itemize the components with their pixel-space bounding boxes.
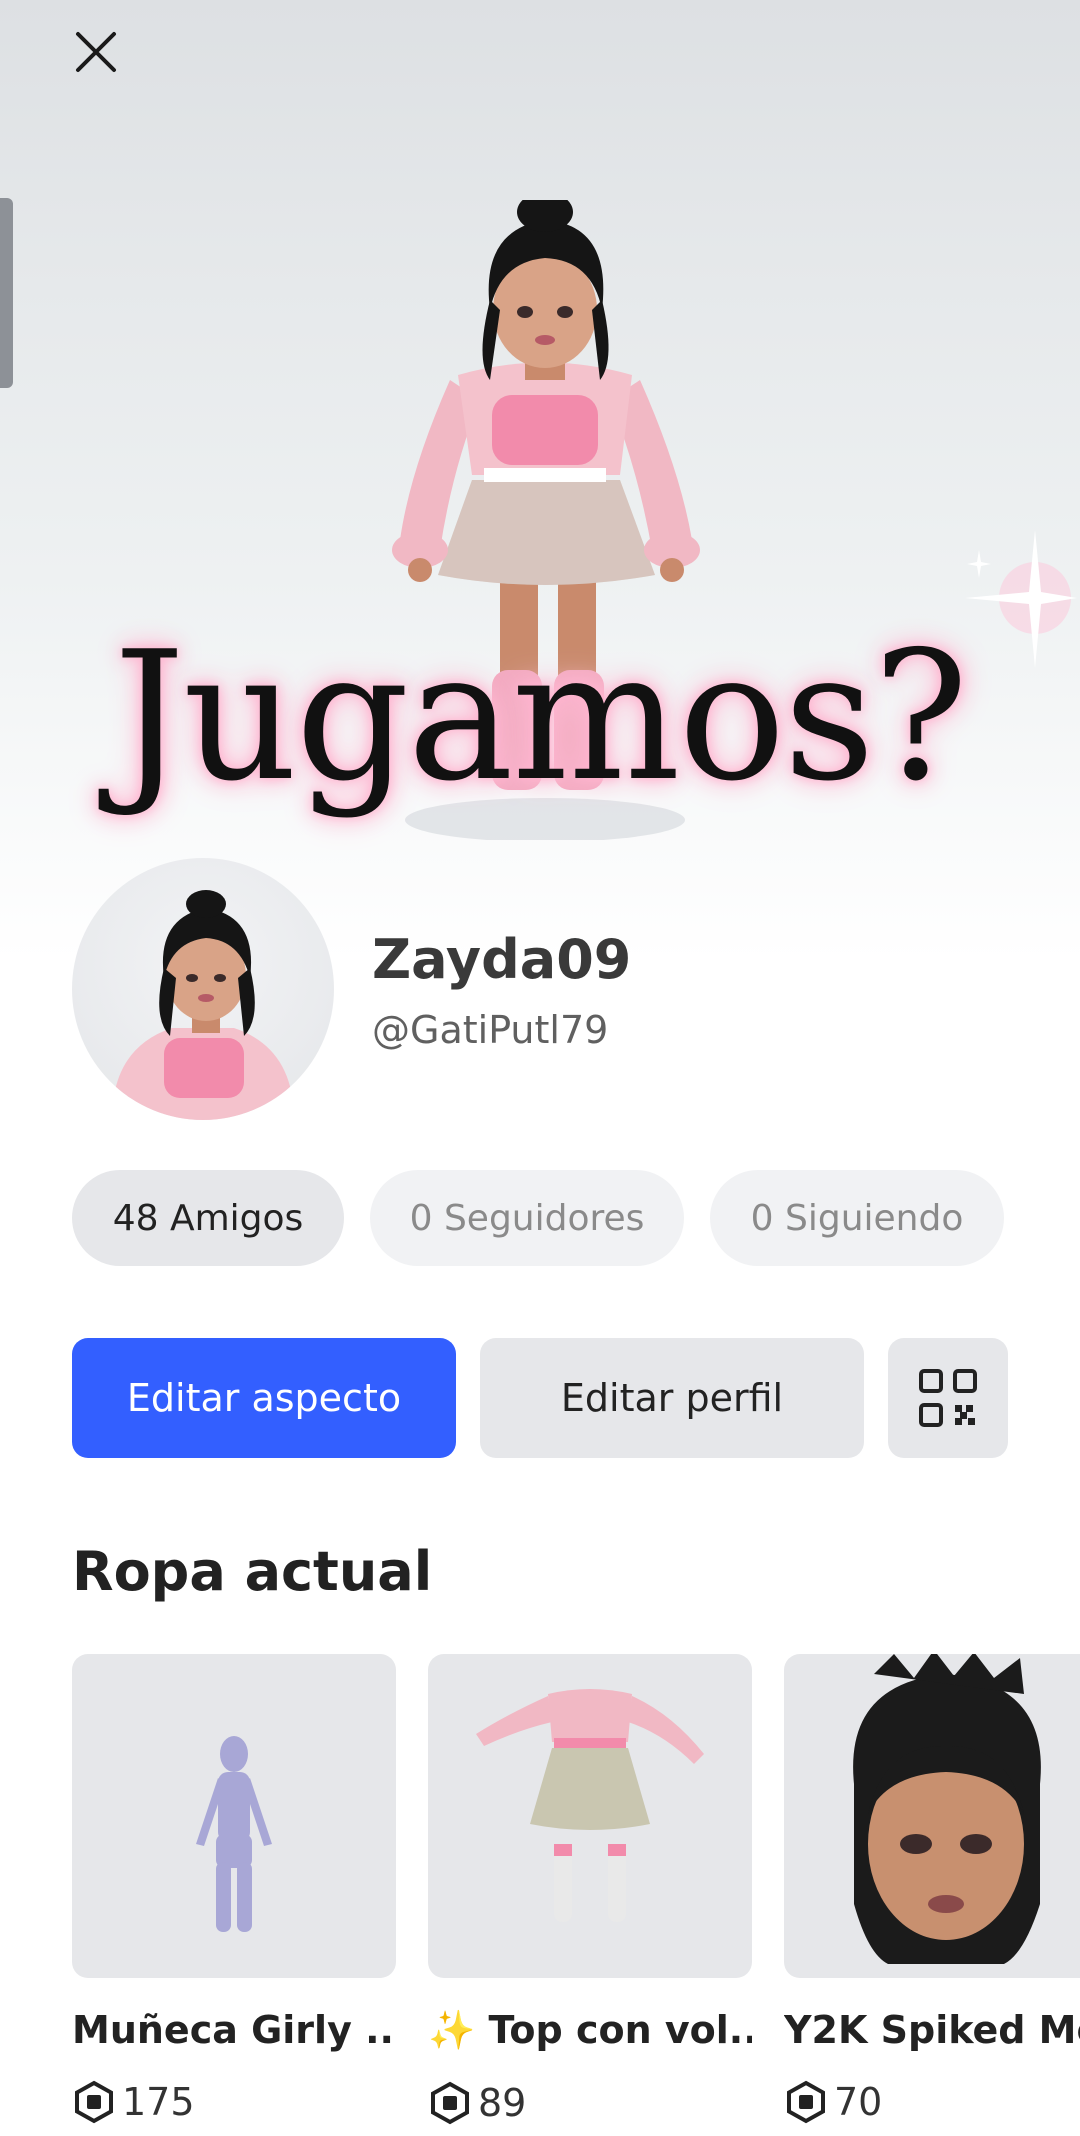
outfit-item-price-value: 89	[478, 2081, 527, 2125]
current-outfit-title: Ropa actual	[72, 1540, 433, 1603]
followers-pill[interactable]: 0 Seguidores	[370, 1170, 684, 1266]
outfit-item-thumbnail	[72, 1654, 396, 1978]
outfit-item-price: 175	[72, 2080, 396, 2124]
outfit-item-thumbnail	[428, 1654, 752, 1978]
close-icon	[76, 32, 116, 72]
outfit-item-price-value: 70	[834, 2080, 883, 2124]
outfit-item-name: ✨ Top con vol...	[428, 2008, 752, 2052]
display-name: Zayda09	[372, 928, 632, 991]
qr-code-button[interactable]	[888, 1338, 1008, 1458]
outfit-item-price-value: 175	[122, 2080, 195, 2124]
robux-icon	[75, 2080, 113, 2124]
username: @GatiPutl79	[372, 1008, 609, 1052]
friends-pill[interactable]: 48 Amigos	[72, 1170, 344, 1266]
side-drawer-handle[interactable]	[0, 198, 13, 388]
avatar-headshot[interactable]	[72, 858, 334, 1120]
edit-avatar-button[interactable]: Editar aspecto	[72, 1338, 456, 1458]
avatar-headshot-image	[112, 890, 294, 1120]
robux-icon	[787, 2080, 825, 2124]
edit-profile-button[interactable]: Editar perfil	[480, 1338, 864, 1458]
outfit-item-thumbnail	[784, 1654, 1080, 1978]
qr-code-icon	[919, 1369, 977, 1427]
hero-overlay-text: Jugamos?	[113, 613, 969, 820]
following-pill[interactable]: 0 Siguiendo	[710, 1170, 1004, 1266]
outfit-item-card[interactable]: Muñeca Girly ... 175	[72, 1654, 396, 2124]
outfit-item-card[interactable]: Y2K Spiked Me... 70	[784, 1654, 1080, 2124]
outfit-item-name: Muñeca Girly ...	[72, 2008, 396, 2052]
profile-hero: Jugamos?	[0, 0, 1080, 960]
action-buttons: Editar aspecto Editar perfil	[0, 1338, 1080, 1458]
close-button[interactable]	[68, 24, 124, 80]
outfit-item-price: 89	[428, 2081, 752, 2125]
outfit-item-name: Y2K Spiked Me...	[784, 2008, 1080, 2052]
stats-row: 48 Amigos 0 Seguidores 0 Siguiendo	[0, 1170, 1080, 1266]
outfit-item-card[interactable]: ✨ Top con vol... 89	[428, 1654, 752, 2125]
outfit-item-price: 70	[784, 2080, 1080, 2124]
robux-icon	[431, 2081, 469, 2125]
